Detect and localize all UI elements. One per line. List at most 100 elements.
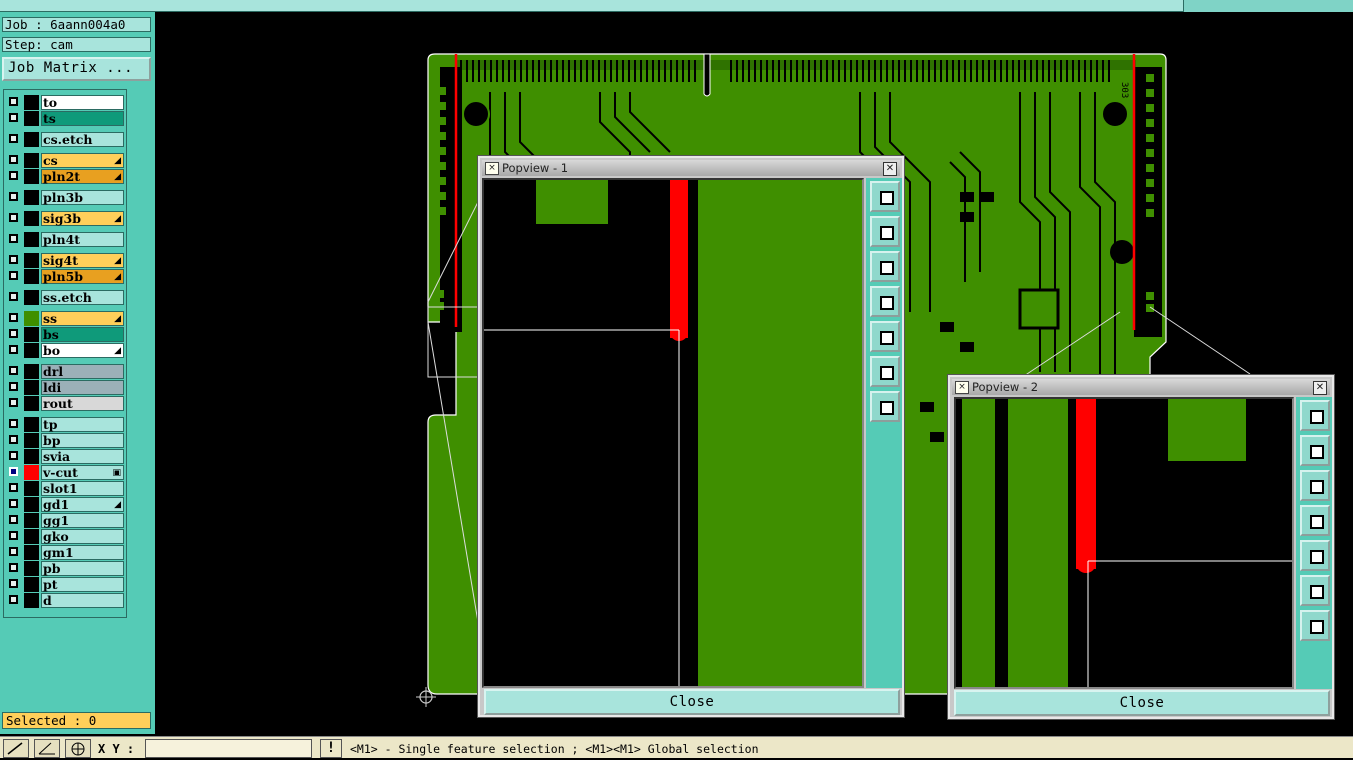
layer-checkbox[interactable] (9, 366, 18, 375)
layer-row[interactable]: bp (6, 433, 124, 448)
layer-checkbox[interactable] (9, 483, 18, 492)
layer-row[interactable]: pln3b (6, 190, 124, 205)
popview-2-titlebar[interactable]: × Popview - 2 ✕ (952, 379, 1330, 395)
layer-row[interactable]: slot1 (6, 481, 124, 496)
layer-row[interactable]: cs.etch (6, 132, 124, 147)
layer-checkbox[interactable] (9, 329, 18, 338)
layer-row[interactable]: pln5b ◢ (6, 269, 124, 284)
pan-down-icon[interactable] (1300, 470, 1330, 501)
layer-name[interactable]: sig4t ◢ (41, 253, 124, 268)
layer-checkbox[interactable] (9, 171, 18, 180)
layer-name[interactable]: gko (41, 529, 124, 544)
layer-row[interactable]: to (6, 95, 124, 110)
close-icon[interactable]: ✕ (883, 162, 897, 176)
layer-row[interactable]: pb (6, 561, 124, 576)
layer-color-swatch[interactable] (24, 593, 39, 608)
layer-checkbox[interactable] (9, 345, 18, 354)
layer-name[interactable]: pln5b ◢ (41, 269, 124, 284)
layer-checkbox[interactable] (9, 292, 18, 301)
layer-name[interactable]: to (41, 95, 124, 110)
layer-color-swatch[interactable] (24, 311, 39, 326)
layer-checkbox[interactable] (9, 435, 18, 444)
layer-name[interactable]: d (41, 593, 124, 608)
layer-name[interactable]: svia (41, 449, 124, 464)
layer-row[interactable]: bo ◢ (6, 343, 124, 358)
layer-name[interactable]: pln2t ◢ (41, 169, 124, 184)
layer-row[interactable]: ss ◢ (6, 311, 124, 326)
layer-row[interactable]: ts (6, 111, 124, 126)
layer-checkbox[interactable] (9, 234, 18, 243)
layer-row[interactable]: svia (6, 449, 124, 464)
layer-color-swatch[interactable] (24, 577, 39, 592)
layer-color-swatch[interactable] (24, 396, 39, 411)
layer-name[interactable]: pln4t (41, 232, 124, 247)
layer-row[interactable]: gko (6, 529, 124, 544)
pan-up-icon[interactable] (870, 216, 900, 247)
layer-name[interactable]: drl (41, 364, 124, 379)
layer-color-swatch[interactable] (24, 513, 39, 528)
layer-color-swatch[interactable] (24, 433, 39, 448)
layer-row[interactable]: pt (6, 577, 124, 592)
layer-color-swatch[interactable] (24, 132, 39, 147)
layer-name[interactable]: bo ◢ (41, 343, 124, 358)
popview-2-close-button[interactable]: Close (954, 690, 1330, 716)
layer-name[interactable]: bp (41, 433, 124, 448)
zoom-fit-icon[interactable] (1300, 400, 1330, 431)
layer-checkbox[interactable] (9, 515, 18, 524)
layer-color-swatch[interactable] (24, 153, 39, 168)
zoom-out-icon[interactable] (870, 391, 900, 422)
layer-row[interactable]: v-cut ▣ (6, 465, 124, 480)
layer-checkbox[interactable] (9, 271, 18, 280)
layer-checkbox[interactable] (9, 419, 18, 428)
pan-up-icon[interactable] (1300, 435, 1330, 466)
layer-row[interactable]: sig3b ◢ (6, 211, 124, 226)
layer-checkbox[interactable] (9, 499, 18, 508)
layer-name[interactable]: pln3b (41, 190, 124, 205)
layer-color-swatch[interactable] (24, 465, 39, 480)
layer-color-swatch[interactable] (24, 380, 39, 395)
layer-color-swatch[interactable] (24, 481, 39, 496)
layer-checkbox[interactable] (9, 451, 18, 460)
layer-checkbox[interactable] (9, 255, 18, 264)
layer-checkbox[interactable] (9, 579, 18, 588)
layer-name[interactable]: cs.etch (41, 132, 124, 147)
snap-icon[interactable] (65, 739, 91, 758)
layer-color-swatch[interactable] (24, 269, 39, 284)
layer-row[interactable]: rout (6, 396, 124, 411)
layer-checkbox[interactable] (9, 398, 18, 407)
pan-down-icon[interactable] (870, 251, 900, 282)
layer-color-swatch[interactable] (24, 529, 39, 544)
layer-row[interactable]: pln2t ◢ (6, 169, 124, 184)
layer-name[interactable]: v-cut ▣ (41, 465, 124, 480)
layer-checkbox[interactable] (9, 313, 18, 322)
xy-input[interactable] (145, 739, 312, 758)
layer-name[interactable]: ss.etch (41, 290, 124, 305)
layer-name[interactable]: gg1 (41, 513, 124, 528)
layer-color-swatch[interactable] (24, 190, 39, 205)
layer-color-swatch[interactable] (24, 449, 39, 464)
layer-color-swatch[interactable] (24, 95, 39, 110)
layer-row[interactable]: ldi (6, 380, 124, 395)
layer-name[interactable]: sig3b ◢ (41, 211, 124, 226)
layer-color-swatch[interactable] (24, 545, 39, 560)
pan-right-icon[interactable] (870, 321, 900, 352)
pan-left-icon[interactable] (870, 286, 900, 317)
layer-name[interactable]: ldi (41, 380, 124, 395)
pan-left-icon[interactable] (1300, 505, 1330, 536)
layer-checkbox[interactable] (9, 155, 18, 164)
popview-1-canvas[interactable] (482, 178, 864, 688)
layer-color-swatch[interactable] (24, 111, 39, 126)
warning-icon[interactable]: ! (320, 739, 342, 758)
layer-color-swatch[interactable] (24, 497, 39, 512)
layer-checkbox[interactable] (9, 547, 18, 556)
layer-checkbox[interactable] (9, 595, 18, 604)
layer-color-swatch[interactable] (24, 211, 39, 226)
layer-name[interactable]: gd1 ◢ (41, 497, 124, 512)
layer-name[interactable]: gm1 (41, 545, 124, 560)
layer-checkbox[interactable] (9, 113, 18, 122)
layer-row[interactable]: gm1 (6, 545, 124, 560)
angle-icon[interactable] (34, 739, 60, 758)
layer-color-swatch[interactable] (24, 364, 39, 379)
layer-color-swatch[interactable] (24, 327, 39, 342)
popview-1-titlebar[interactable]: × Popview - 1 ✕ (482, 160, 900, 176)
